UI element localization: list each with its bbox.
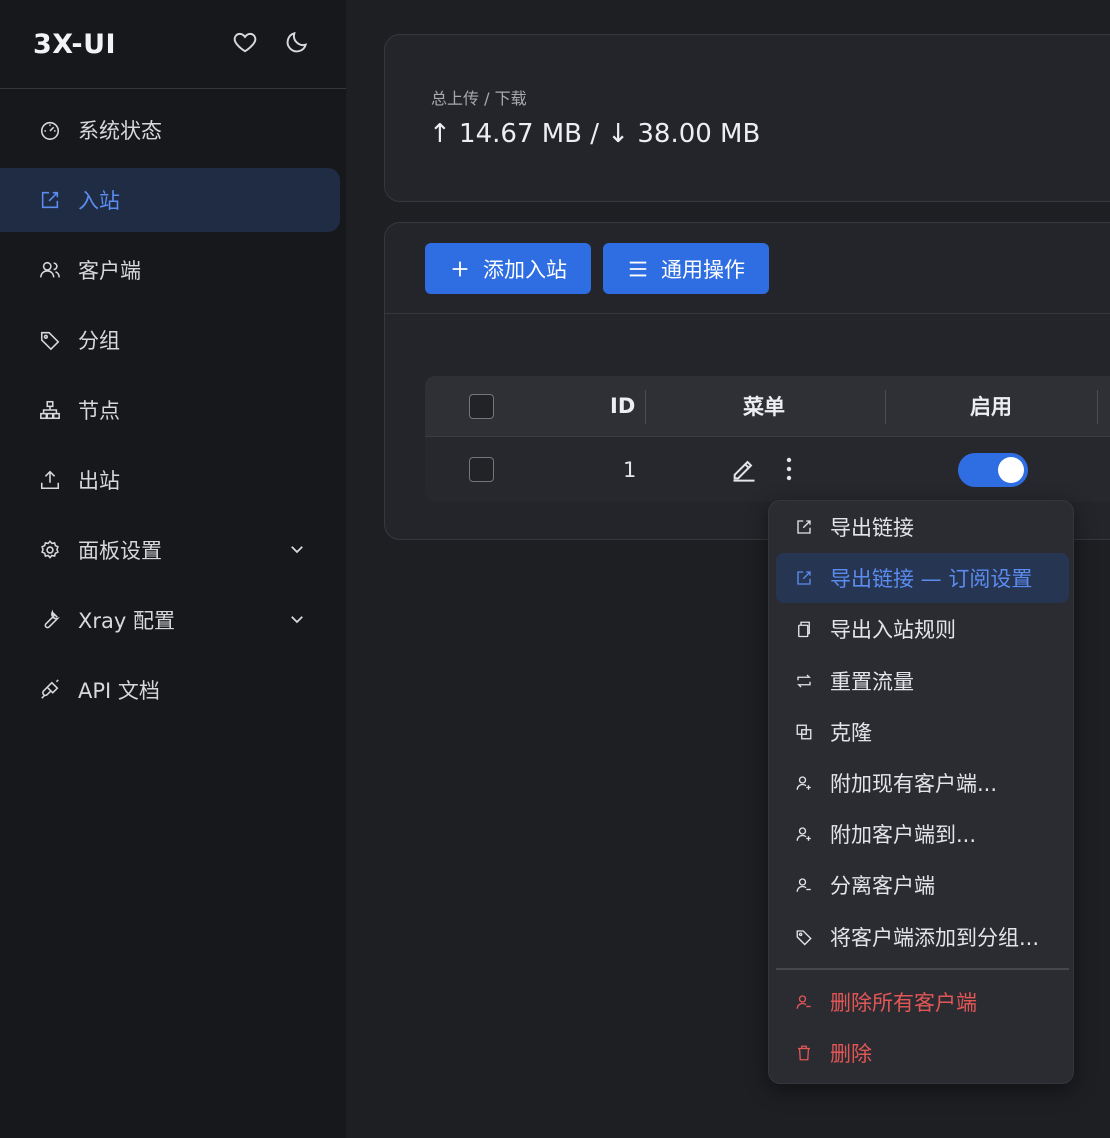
- menu-item-export-links[interactable]: 导出链接: [776, 502, 1069, 552]
- menu-item-clone[interactable]: 克隆: [776, 707, 1069, 757]
- menu-divider: [776, 968, 1069, 970]
- menu-item-label: 克隆: [830, 721, 872, 745]
- plus-icon: [452, 261, 468, 276]
- sidebar-item-label: 入站: [78, 189, 120, 213]
- retweet-icon: [794, 671, 814, 691]
- enable-toggle[interactable]: [958, 453, 1028, 487]
- inbound-actions-menu: 导出链接 导出链接 — 订阅设置 导出入站规则 重置流量 克隆 附加现有客户端.…: [768, 500, 1074, 1084]
- menu-item-export-inbound-rules[interactable]: 导出入站规则: [776, 604, 1069, 654]
- moon-icon[interactable]: [284, 29, 310, 59]
- block-icon: [794, 722, 814, 742]
- chevron-down-icon[interactable]: [288, 540, 306, 558]
- menu-item-reset-traffic[interactable]: 重置流量: [776, 656, 1069, 706]
- traffic-stats-card: 总上传 / 下载 ↑ 14.67 MB / ↓ 38.00 MB: [384, 34, 1110, 202]
- sidebar-item-clients[interactable]: 客户端: [0, 238, 340, 302]
- inbounds-toolbar: 添加入站 通用操作: [425, 243, 769, 294]
- more-vertical-icon[interactable]: [777, 455, 801, 483]
- sidebar-item-label: 出站: [78, 469, 120, 493]
- export-icon: [794, 568, 814, 588]
- user-add-icon: [794, 773, 814, 793]
- sidebar-item-label: 分组: [78, 329, 120, 353]
- brand-actions: [232, 29, 310, 59]
- general-actions-label: 通用操作: [661, 257, 745, 282]
- sidebar-item-label: 系统状态: [78, 119, 162, 143]
- traffic-stats-label: 总上传 / 下载: [431, 89, 527, 108]
- sidebar-item-label: Xray 配置: [78, 609, 175, 633]
- header-id[interactable]: ID: [610, 394, 635, 418]
- cluster-icon: [38, 398, 62, 422]
- toggle-knob: [998, 457, 1024, 483]
- users-icon: [38, 258, 62, 282]
- sidebar-item-api-docs[interactable]: API 文档: [0, 658, 340, 722]
- header-menu: 菜单: [743, 395, 785, 419]
- menu-item-label: 分离客户端: [830, 874, 935, 898]
- table-header: ID 菜单 启用: [425, 376, 1110, 437]
- row-checkbox[interactable]: [469, 457, 494, 482]
- sidebar-item-label: 节点: [78, 399, 120, 423]
- edit-icon[interactable]: [730, 455, 758, 483]
- traffic-stats-value: ↑ 14.67 MB / ↓ 38.00 MB: [429, 119, 761, 149]
- sidebar-item-nodes[interactable]: 节点: [0, 378, 340, 442]
- sidebar-item-label: API 文档: [78, 679, 160, 703]
- gear-icon: [38, 538, 62, 562]
- tool-icon: [38, 608, 62, 632]
- inbounds-table: ID 菜单 启用 1: [425, 376, 1110, 502]
- add-inbound-button[interactable]: 添加入站: [425, 243, 591, 294]
- sidebar-item-label: 客户端: [78, 259, 141, 283]
- menu-item-attach-clients-to[interactable]: 附加客户端到...: [776, 809, 1069, 859]
- column-separator: [885, 390, 886, 424]
- sidebar-item-inbounds[interactable]: 入站: [0, 168, 340, 232]
- menu-item-label: 将客户端添加到分组...: [830, 926, 1040, 950]
- heart-icon[interactable]: [232, 29, 258, 59]
- sidebar-item-label: 面板设置: [78, 539, 162, 563]
- column-separator: [645, 390, 646, 424]
- add-inbound-label: 添加入站: [483, 257, 567, 282]
- header-enable: 启用: [970, 395, 1012, 419]
- sidebar-item-status[interactable]: 系统状态: [0, 98, 340, 162]
- menu-item-label: 重置流量: [830, 670, 914, 694]
- sidebar-nav: 系统状态 入站 客户端 分组 节点 出站 面板设置 Xray 配置 API 文档: [0, 89, 346, 722]
- menu-item-add-clients-to-group[interactable]: 将客户端添加到分组...: [776, 912, 1069, 962]
- column-separator: [1097, 390, 1098, 424]
- menu-item-detach-clients[interactable]: 分离客户端: [776, 860, 1069, 910]
- chevron-down-icon[interactable]: [288, 610, 306, 628]
- select-all-checkbox[interactable]: [469, 393, 494, 419]
- sidebar: 3X-UI 系统状态 入站 客户端 分组 节点 出站 面板设置 Xray 配置 …: [0, 0, 346, 1138]
- user-add-icon: [794, 824, 814, 844]
- row-id: 1: [623, 457, 637, 482]
- menu-item-attach-existing-clients[interactable]: 附加现有客户端...: [776, 758, 1069, 808]
- menu-item-label: 删除: [830, 1042, 872, 1066]
- general-actions-button[interactable]: 通用操作: [603, 243, 769, 294]
- upload-icon: [38, 468, 62, 492]
- tag-icon: [794, 927, 814, 947]
- menu-item-delete[interactable]: 删除: [776, 1028, 1069, 1078]
- menu-icon: [629, 261, 647, 276]
- copy-icon: [794, 619, 814, 639]
- user-delete-icon: [794, 992, 814, 1012]
- export-icon: [794, 517, 814, 537]
- brand-row: 3X-UI: [0, 0, 346, 89]
- menu-item-label: 附加客户端到...: [830, 823, 977, 847]
- sidebar-item-groups[interactable]: 分组: [0, 308, 340, 372]
- menu-item-label: 删除所有客户端: [830, 991, 977, 1015]
- sidebar-item-xray-config[interactable]: Xray 配置: [0, 588, 340, 652]
- dashboard-icon: [38, 118, 62, 142]
- table-row: 1: [425, 437, 1110, 502]
- sidebar-item-panel-settings[interactable]: 面板设置: [0, 518, 340, 582]
- user-delete-icon: [794, 875, 814, 895]
- trash-icon: [794, 1043, 814, 1063]
- tag-icon: [38, 328, 62, 352]
- inbounds-card: 添加入站 通用操作 ID 菜单 启用 1: [384, 222, 1110, 540]
- menu-item-label: 导出入站规则: [830, 618, 956, 642]
- menu-item-label: 导出链接 — 订阅设置: [830, 567, 1033, 591]
- edit-square-icon: [38, 188, 62, 212]
- api-icon: [38, 678, 62, 702]
- brand-title: 3X-UI: [33, 28, 117, 60]
- menu-item-export-subscription[interactable]: 导出链接 — 订阅设置: [776, 553, 1069, 603]
- menu-item-delete-all-clients[interactable]: 删除所有客户端: [776, 977, 1069, 1027]
- toolbar-divider: [385, 313, 1110, 314]
- menu-item-label: 附加现有客户端...: [830, 772, 998, 796]
- sidebar-item-outbounds[interactable]: 出站: [0, 448, 340, 512]
- menu-item-label: 导出链接: [830, 516, 914, 540]
